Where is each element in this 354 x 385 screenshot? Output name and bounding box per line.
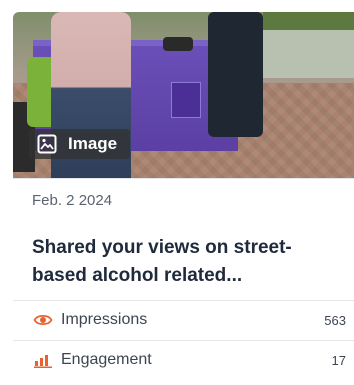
metric-engagement: Engagement 17 bbox=[33, 349, 346, 371]
metric-label: Engagement bbox=[61, 351, 152, 368]
metric-value: 563 bbox=[324, 312, 346, 328]
post-card[interactable]: Image Feb. 2 2024 Shared your views on s… bbox=[0, 0, 354, 385]
post-title[interactable]: Shared your views on street- based alcoh… bbox=[32, 234, 332, 290]
post-title-line-2: based alcohol related... bbox=[32, 265, 243, 286]
divider bbox=[13, 178, 354, 179]
metric-value: 17 bbox=[331, 352, 346, 368]
metric-impressions: Impressions 563 bbox=[33, 309, 346, 331]
metric-label: Impressions bbox=[61, 311, 148, 328]
image-object bbox=[163, 37, 193, 51]
media-badge-label: Image bbox=[68, 134, 118, 153]
image-hedge bbox=[263, 12, 354, 32]
divider bbox=[13, 340, 354, 341]
media-type-badge: Image bbox=[29, 129, 130, 159]
image-banner bbox=[171, 82, 201, 118]
bar-chart-icon bbox=[34, 355, 52, 368]
post-title-line-1: Shared your views on street- bbox=[32, 237, 292, 258]
post-date: Feb. 2 2024 bbox=[32, 192, 113, 209]
divider bbox=[13, 300, 354, 301]
image-icon bbox=[37, 134, 57, 154]
image-person-right bbox=[208, 12, 263, 137]
eye-icon bbox=[33, 314, 53, 326]
